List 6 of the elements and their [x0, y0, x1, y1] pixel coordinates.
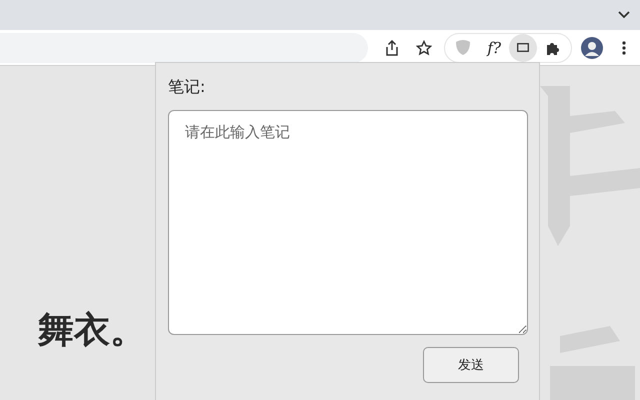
extension-button[interactable]: f? [479, 38, 509, 56]
page-heading: 舞衣。 [38, 308, 146, 353]
chevron-down-icon[interactable] [618, 11, 630, 19]
send-button[interactable]: 发送 [423, 347, 519, 383]
note-label: 笔记: [168, 77, 206, 98]
note-field[interactable]: 请在此输入笔记 [168, 110, 528, 335]
